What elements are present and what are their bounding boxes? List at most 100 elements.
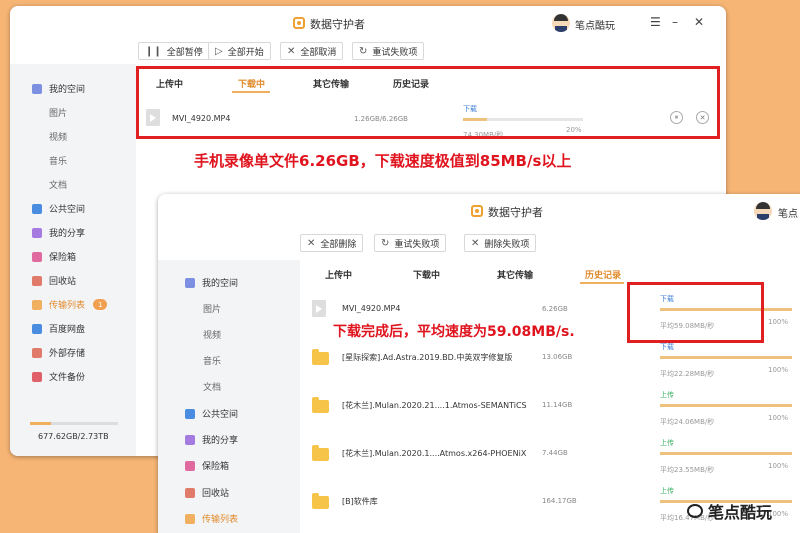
folder-icon	[312, 397, 329, 413]
app-logo-icon	[471, 205, 483, 217]
tab-downloading[interactable]: 下载中	[413, 268, 440, 281]
file-size: 6.26GB	[542, 305, 568, 313]
sidebar-item-transfer-list[interactable]: 传输列表 1	[10, 298, 136, 311]
user-name[interactable]: 笔点	[778, 205, 798, 220]
sidebar-item-backup[interactable]: 文件备份	[10, 370, 136, 383]
tab-history[interactable]: 历史记录	[585, 268, 621, 281]
sidebar-item-my-share[interactable]: 我的分享	[158, 433, 300, 446]
sidebar-item-safe[interactable]: 保险箱	[158, 459, 300, 472]
toolbar: ❙❙ 全部暂停 ▷ 全部开始 ✕ 全部取消 ↻ 重试失败项	[10, 40, 726, 64]
speed-text: 平均22.28MB/秒	[660, 370, 715, 378]
file-size: 7.44GB	[542, 449, 568, 457]
avatar[interactable]	[754, 202, 772, 220]
sidebar-item-docs[interactable]: 文档	[158, 380, 300, 393]
sidebar: 我的空间 图片 视频 音乐 文档 公共空间 我的分享 保险箱 回收站 传输列表 …	[10, 64, 136, 456]
sidebar-item-music[interactable]: 音乐	[10, 154, 136, 167]
sidebar-item-pictures[interactable]: 图片	[158, 302, 300, 315]
sidebar-item-public-space[interactable]: 公共空间	[158, 407, 300, 420]
app-logo-icon	[293, 17, 305, 29]
sidebar-item-docs[interactable]: 文档	[10, 178, 136, 191]
file-name: [花木兰].Mulan.2020.21....1.Atmos-SEMANTiCS	[342, 401, 527, 410]
sidebar-item-my-share[interactable]: 我的分享	[10, 226, 136, 239]
avatar[interactable]	[552, 14, 570, 32]
pause-all-button[interactable]: ❙❙ 全部暂停	[138, 42, 210, 60]
space-icon	[185, 277, 195, 288]
refresh-icon: ↻	[381, 237, 390, 249]
transfer-badge: 1	[93, 299, 108, 310]
percent-text: 100%	[768, 366, 789, 374]
folder-icon	[312, 493, 329, 509]
safe-icon	[32, 251, 42, 262]
title-bar: 数据守护者 笔点	[158, 194, 800, 228]
file-name: [B]软件库	[342, 497, 378, 506]
file-name: MVI_4920.MP4	[342, 304, 401, 313]
play-icon: ▷	[215, 45, 223, 57]
storage-text: 677.62GB/2.73TB	[38, 432, 109, 441]
annotation-average-speed: 下载完成后，平均速度为59.08MB/s.	[333, 324, 575, 340]
file-name: [星际探索].Ad.Astra.2019.BD.中英双字修复版	[342, 353, 513, 362]
file-name: [花木兰].Mulan.2020.1....Atmos.x264-PHOENiX	[342, 449, 527, 458]
direction-label: 上传	[660, 487, 674, 495]
direction-label: 上传	[660, 391, 674, 399]
safe-icon	[185, 460, 195, 471]
highlight-box	[136, 66, 720, 139]
refresh-icon: ↻	[359, 45, 368, 57]
close-button[interactable]: ✕	[694, 15, 704, 29]
sidebar-item-safe[interactable]: 保险箱	[10, 250, 136, 263]
close-icon: ✕	[287, 45, 296, 57]
sidebar-item-transfer-list[interactable]: 传输列表	[158, 512, 300, 525]
list-item[interactable]: [花木兰].Mulan.2020.21....1.Atmos-SEMANTiCS…	[300, 390, 800, 438]
sidebar-item-music[interactable]: 音乐	[158, 354, 300, 367]
list-item[interactable]: [花木兰].Mulan.2020.1....Atmos.x264-PHOENiX…	[300, 438, 800, 486]
speed-text: 平均24.06MB/秒	[660, 418, 715, 426]
tab-underline	[580, 282, 624, 284]
speed-text: 平均23.55MB/秒	[660, 466, 715, 474]
sidebar-item-public-space[interactable]: 公共空间	[10, 202, 136, 215]
disk-icon	[32, 347, 42, 358]
retry-failed-button[interactable]: ↻ 重试失败项	[352, 42, 425, 60]
highlight-box	[627, 282, 764, 343]
direction-label: 下载	[660, 343, 674, 351]
space-icon	[32, 83, 42, 94]
delete-all-button[interactable]: ✕ 全部删除	[300, 234, 364, 252]
close-icon: ✕	[307, 237, 316, 249]
sidebar-item-pictures[interactable]: 图片	[10, 106, 136, 119]
sidebar-item-videos[interactable]: 视频	[158, 328, 300, 341]
watermark: 笔点酷玩	[686, 499, 772, 523]
wechat-icon	[686, 504, 703, 518]
trash-icon	[185, 487, 195, 498]
delete-failed-button[interactable]: ✕ 删除失败项	[464, 234, 537, 252]
sidebar-item-my-space[interactable]: 我的空间	[10, 82, 136, 95]
cancel-all-button[interactable]: ✕ 全部取消	[280, 42, 344, 60]
user-name[interactable]: 笔点酷玩	[575, 17, 615, 32]
sidebar-item-recycle[interactable]: 回收站	[10, 274, 136, 287]
storage-fill	[30, 422, 52, 425]
sidebar-item-my-space[interactable]: 我的空间	[158, 276, 300, 289]
percent-text: 100%	[768, 414, 789, 422]
toolbar: ✕ 全部删除 ↻ 重试失败项 ✕ 删除失败项	[158, 232, 800, 256]
annotation-download-peak: 手机录像单文件6.26GB，下载速度极值到85MB/s以上	[194, 152, 572, 170]
sidebar-item-baidu[interactable]: 百度网盘	[10, 322, 136, 335]
sidebar: 我的空间 图片 视频 音乐 文档 公共空间 我的分享 保险箱 回收站 传输列表	[158, 260, 300, 533]
sidebar-item-recycle[interactable]: 回收站	[158, 486, 300, 499]
share-icon	[185, 434, 195, 445]
progress-bar	[660, 404, 792, 407]
list-item[interactable]: [星际探索].Ad.Astra.2019.BD.中英双字修复版 13.06GB 下载…	[300, 342, 800, 390]
menu-icon[interactable]: ☰	[650, 15, 661, 29]
file-size: 13.06GB	[542, 353, 573, 361]
progress-fill	[660, 404, 792, 407]
sidebar-item-external[interactable]: 外部存储	[10, 346, 136, 359]
tab-other[interactable]: 其它传输	[497, 268, 533, 281]
start-all-button[interactable]: ▷ 全部开始	[208, 42, 271, 60]
video-file-icon	[312, 300, 326, 317]
minimize-button[interactable]: –	[672, 15, 678, 29]
direction-label: 上传	[660, 439, 674, 447]
retry-failed-button[interactable]: ↻ 重试失败项	[374, 234, 447, 252]
sidebar-item-videos[interactable]: 视频	[10, 130, 136, 143]
app-title: 数据守护者	[488, 206, 543, 219]
progress-bar	[660, 452, 792, 455]
progress-fill	[660, 356, 792, 359]
tab-uploading[interactable]: 上传中	[325, 268, 352, 281]
transfer-icon	[32, 299, 42, 310]
app-title: 数据守护者	[310, 18, 365, 31]
